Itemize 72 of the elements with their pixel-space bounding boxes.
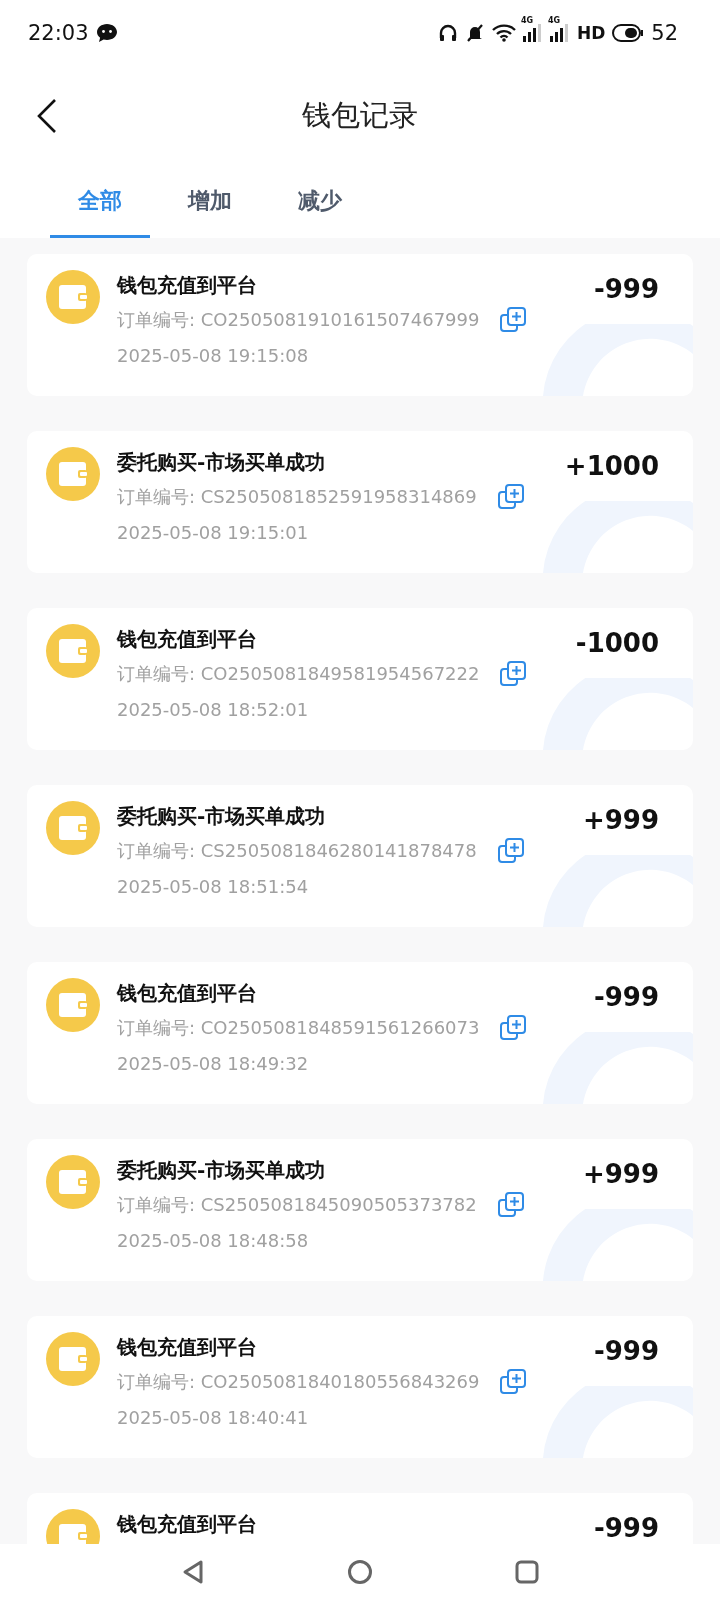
amount: -999 [593,1335,659,1368]
amount: -999 [593,1512,659,1544]
hd-label: HD [576,23,606,43]
record-title: 委托购买-市场买单成功 [117,803,327,830]
record-card[interactable]: 委托购买-市场买单成功 订单编号: CS2505081846280141878478 2025-05-08 18:51:54 +999 [27,785,693,927]
network-label: 4G [547,17,561,25]
amount: +999 [582,804,659,837]
wallet-icon [46,978,100,1032]
record-card[interactable]: 委托购买-市场买单成功 订单编号: CS2505081845090505373782 2025-05-08 18:48:58 +999 [27,1139,693,1281]
tab[interactable]: 减少 [270,166,370,238]
wallet-icon [46,624,100,678]
record-card[interactable]: 钱包充值到平台 订单编号: CO2505081848591561266073 2025-05-08 18:49:32 -999 [27,962,693,1104]
status-time: 22:03 [28,21,89,45]
order-number: 订单编号: CS2505081852591958314869 [117,485,477,509]
order-number: 订单编号: CO2505081910161507467999 [117,308,480,332]
back-button[interactable] [36,98,58,134]
record-card[interactable]: 钱包充值到平台 订单编号: CO2505081849581954567222 2025-05-08 18:52:01 -1000 [27,608,693,750]
record-time: 2025-05-08 18:52:01 [117,698,310,722]
battery-icon [612,24,645,42]
order-number: 订单编号: CO2505081840180556843269 [117,1370,480,1394]
record-title: 钱包充值到平台 [117,1511,258,1538]
wallet-icon [46,801,100,855]
network-label: 4G [520,17,534,25]
record-title: 钱包充值到平台 [117,1334,258,1361]
tab[interactable]: 增加 [160,166,260,238]
amount: -999 [593,981,659,1014]
order-number: 订单编号: CS2505081845090505373782 [117,1193,477,1217]
record-time: 2025-05-08 19:15:01 [117,521,310,545]
record-title: 钱包充值到平台 [117,272,258,299]
record-time: 2025-05-08 18:40:41 [117,1406,310,1430]
record-time: 2025-05-08 18:49:32 [117,1052,310,1076]
signal-icon [549,24,570,42]
record-card[interactable]: 钱包充值到平台 订单编号: CO2505081840180556843269 2025-05-08 18:40:41 -999 [27,1316,693,1458]
chat-bubble-icon [95,23,118,43]
record-time: 2025-05-08 19:15:08 [117,344,310,368]
back-nav-icon[interactable] [181,1559,205,1585]
page-title: 钱包记录 [302,97,418,134]
home-nav-icon[interactable] [347,1559,373,1585]
copy-icon[interactable] [499,306,528,334]
order-number: 订单编号: CS2505081846280141878478 [117,839,477,863]
copy-icon[interactable] [499,1014,528,1042]
recents-nav-icon[interactable] [515,1560,539,1584]
tab[interactable]: 全部 [50,166,150,238]
amount: +999 [582,1158,659,1191]
headphones-icon [437,23,458,43]
record-time: 2025-05-08 18:51:54 [117,875,310,899]
record-title: 钱包充值到平台 [117,626,258,653]
battery-level: 52 [651,21,678,45]
record-title: 委托购买-市场买单成功 [117,1157,327,1184]
record-time: 2025-05-08 18:48:58 [117,1229,310,1253]
wallet-icon [46,447,100,501]
order-number: 订单编号: CO2505081849581954567222 [117,662,480,686]
record-card[interactable]: 钱包充值到平台 订单编号: CO2505081910161507467999 2025-05-08 19:15:08 -999 [27,254,693,396]
signal-icon [522,24,543,42]
order-number: 订单编号: CO2505081848591561266073 [117,1016,480,1040]
record-card[interactable]: 钱包充值到平台 -999 [27,1493,693,1544]
wallet-icon [46,270,100,324]
copy-icon[interactable] [496,1191,525,1219]
record-title: 钱包充值到平台 [117,980,258,1007]
record-title: 委托购买-市场买单成功 [117,449,327,476]
amount: -999 [593,273,659,306]
wallet-icon [46,1155,100,1209]
amount: -1000 [575,627,659,660]
copy-icon[interactable] [499,660,528,688]
record-card[interactable]: 委托购买-市场买单成功 订单编号: CS2505081852591958314869 2025-05-08 19:15:01 +1000 [27,431,693,573]
copy-icon[interactable] [499,1368,528,1396]
amount: +1000 [564,450,659,483]
copy-icon[interactable] [496,483,525,511]
wallet-icon [46,1332,100,1386]
wifi-icon [491,24,516,42]
copy-icon[interactable] [496,837,525,865]
muted-bell-icon [464,23,485,43]
